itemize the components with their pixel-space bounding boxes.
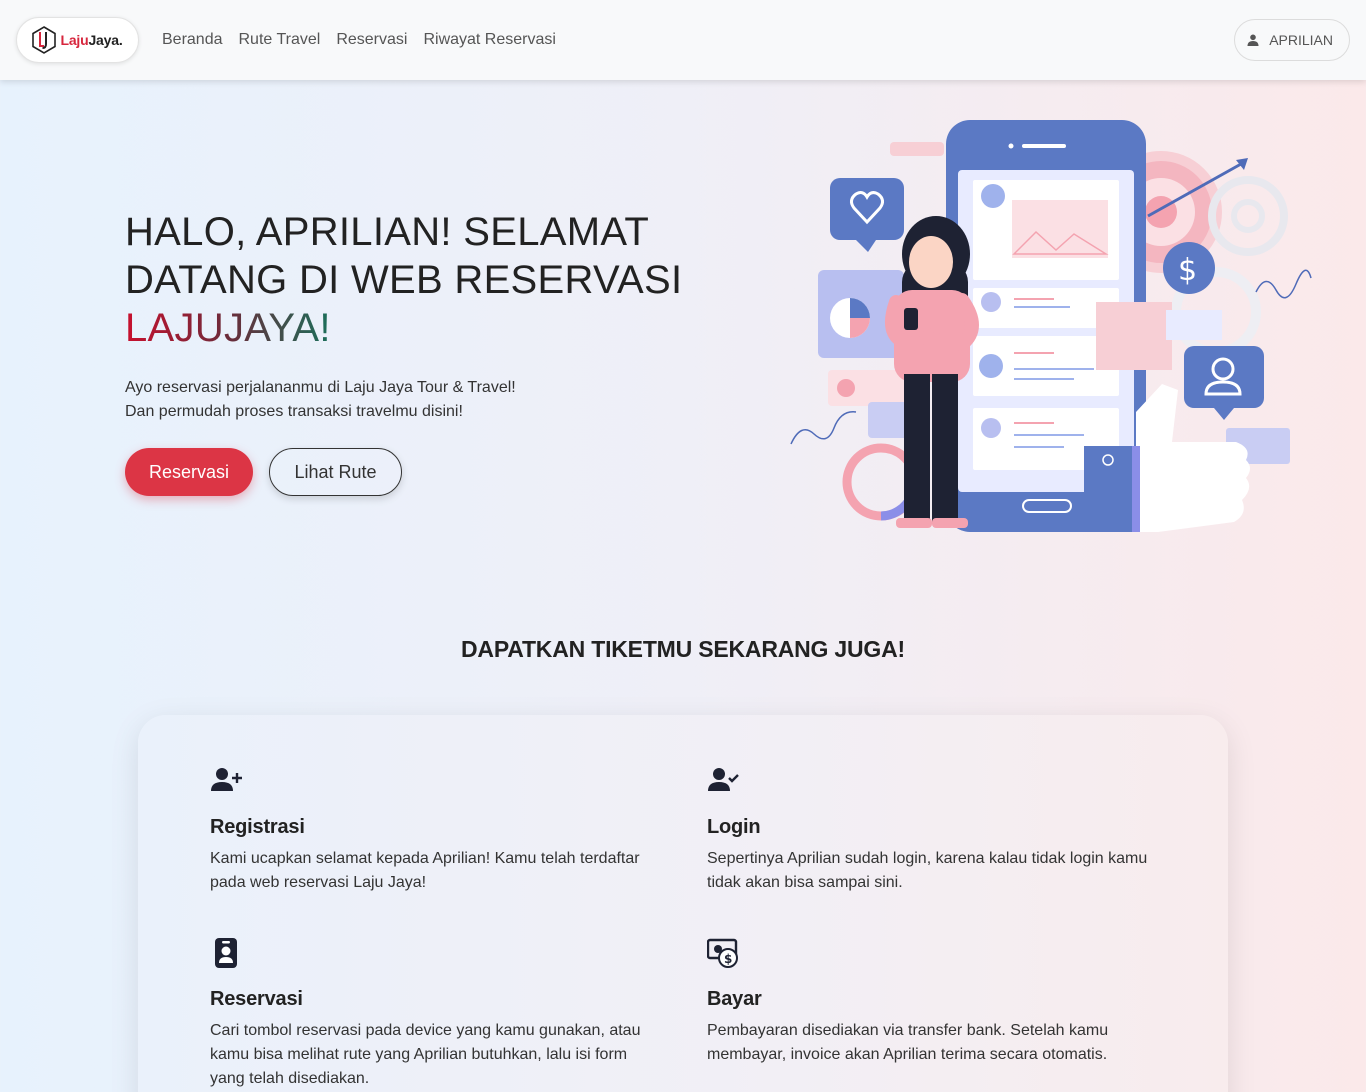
feature-bayar: $ Bayar Pembayaran disediakan via transf… (706, 937, 1157, 1067)
section-title: DAPATKAN TIKETMU SEKARANG JUGA! (461, 636, 905, 662)
user-check-icon (708, 768, 739, 791)
feature-reservasi: Reservasi Cari tombol reservasi pada dev… (210, 937, 660, 1091)
feature-text: Cari tombol reservasi pada device yang k… (210, 1022, 641, 1087)
hero-title-line2: DATANG DI WEB RESERVASI (125, 258, 683, 302)
cash-icon: $ (706, 938, 738, 968)
navbar: LajuJaya. Beranda Rute Travel Reservasi … (0, 0, 1366, 80)
hero-subtitle: Ayo reservasi perjalananmu di Laju Jaya … (125, 376, 516, 424)
svg-text:$: $ (1178, 253, 1197, 288)
user-menu-button[interactable]: APRILIAN (1234, 19, 1350, 61)
feature-title: Registrasi (210, 816, 305, 838)
user-chat-bubble (1184, 346, 1264, 408)
feature-login: Login Sepertinya Aprilian sudah login, k… (707, 765, 1157, 895)
brand-part-jaya: Jaya. (88, 32, 123, 48)
hero-title-line1: HALO, APRILIAN! SELAMAT (125, 210, 650, 254)
hero-illustration: $ (790, 120, 1312, 532)
reservasi-button[interactable]: Reservasi (125, 448, 253, 496)
user-icon (1247, 34, 1259, 46)
lihat-rute-button[interactable]: Lihat Rute (269, 448, 402, 496)
feature-title: Bayar (707, 988, 762, 1010)
feature-text: Sepertinya Aprilian sudah login, karena … (707, 850, 1148, 891)
gear-illustration (1208, 176, 1288, 256)
nav-link-rute-travel[interactable]: Rute Travel (239, 31, 321, 49)
hero-subtitle-line1: Ayo reservasi perjalananmu di Laju Jaya … (125, 379, 516, 396)
user-plus-icon (211, 768, 242, 791)
hero-subtitle-line2: Dan permudah proses transaksi travelmu d… (125, 403, 463, 420)
badge-icon (215, 938, 237, 968)
heart-chat-bubble (830, 178, 904, 240)
nav-link-riwayat-reservasi[interactable]: Riwayat Reservasi (423, 31, 555, 49)
brand-part-laju: Laju (60, 32, 89, 48)
nav-link-beranda[interactable]: Beranda (162, 31, 223, 49)
feature-title: Reservasi (210, 988, 303, 1010)
feature-registrasi: Registrasi Kami ucapkan selamat kepada A… (210, 765, 660, 895)
feature-title: Login (707, 816, 761, 838)
nav-links: Beranda Rute Travel Reservasi Riwayat Re… (162, 0, 556, 80)
feature-text: Kami ucapkan selamat kepada Aprilian! Ka… (210, 850, 640, 891)
brand-name: LajuJaya. (60, 32, 122, 48)
nav-link-reservasi[interactable]: Reservasi (336, 31, 407, 49)
feature-text: Pembayaran disediakan via transfer bank.… (707, 1022, 1109, 1063)
hero-title-brand: LAJUJAYA! (125, 306, 331, 350)
svg-text:$: $ (724, 952, 732, 966)
steps-card: Registrasi Kami ucapkan selamat kepada A… (138, 715, 1228, 1092)
brand-logo[interactable]: LajuJaya. (16, 17, 139, 63)
user-name: APRILIAN (1269, 32, 1333, 48)
hero-title: HALO, APRILIAN! SELAMAT DATANG DI WEB RE… (125, 208, 725, 352)
lajujaya-logo-icon (32, 26, 57, 54)
